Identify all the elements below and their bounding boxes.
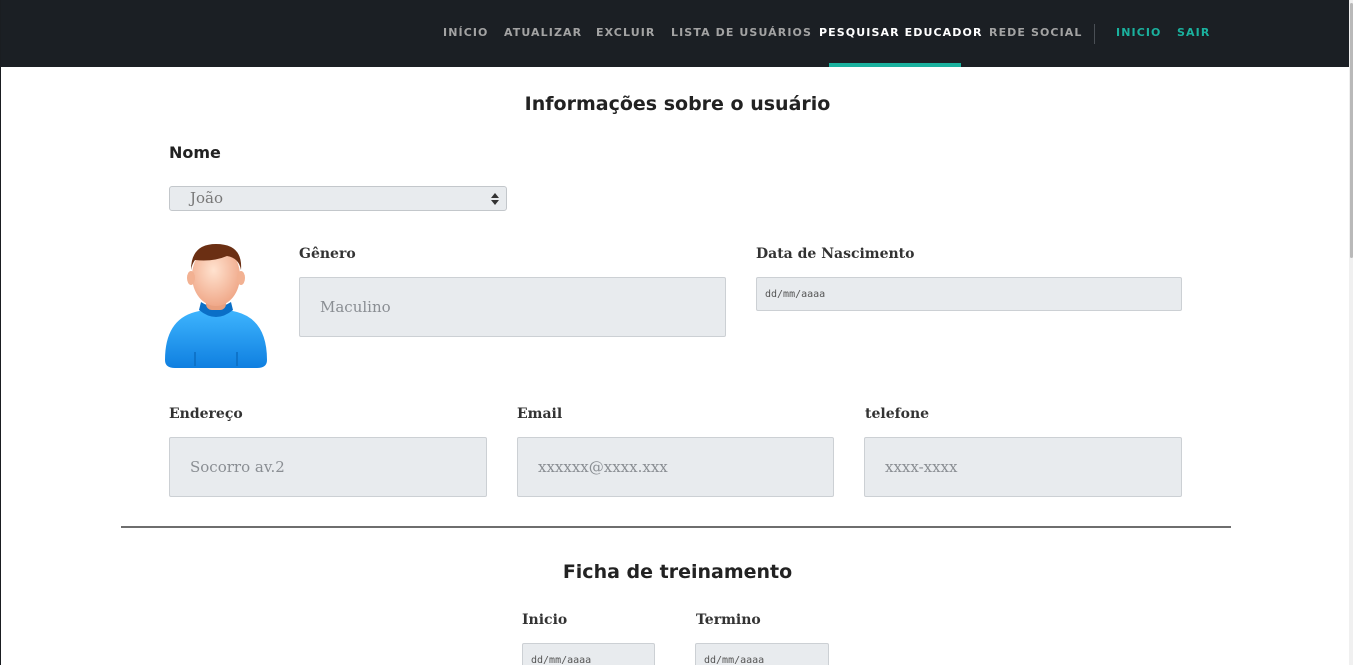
active-tab-indicator — [829, 63, 961, 67]
name-select[interactable]: João — [169, 186, 507, 211]
phone-label: telefone — [865, 406, 930, 422]
nav-home-link[interactable]: INICIO — [1116, 0, 1162, 67]
nav-lista-usuarios-link[interactable]: LISTA DE USUÁRIOS — [671, 0, 812, 67]
nav-inicio-link[interactable]: INÍCIO — [443, 0, 489, 67]
section-divider — [121, 526, 1231, 528]
nav-pesquisar-educador-link[interactable]: PESQUISAR EDUCADOR — [819, 0, 983, 67]
email-label: Email — [517, 406, 563, 422]
nav-excluir-link[interactable]: EXCLUIR — [596, 0, 656, 67]
user-info-title: Informações sobre o usuário — [524, 93, 831, 115]
training-start-label: Inicio — [522, 612, 568, 628]
phone-field[interactable] — [864, 437, 1182, 497]
training-title: Ficha de treinamento — [562, 561, 793, 583]
nav-divider — [1094, 24, 1095, 44]
user-avatar-icon — [165, 244, 267, 368]
page: INÍCIO ATUALIZAR EXCLUIR LISTA DE USUÁRI… — [0, 0, 1353, 665]
nav-atualizar-link[interactable]: ATUALIZAR — [504, 0, 582, 67]
email-field[interactable] — [517, 437, 834, 497]
training-start-field[interactable] — [522, 643, 655, 665]
select-arrows-icon — [491, 193, 499, 205]
name-label: Nome — [169, 143, 221, 162]
address-label: Endereço — [169, 406, 243, 422]
nav-logout-link[interactable]: SAIR — [1177, 0, 1210, 67]
birth-date-field[interactable] — [756, 277, 1182, 311]
birth-date-label: Data de Nascimento — [756, 246, 915, 262]
name-select-value: João — [190, 189, 224, 207]
gender-label: Gênero — [299, 246, 356, 262]
top-navbar: INÍCIO ATUALIZAR EXCLUIR LISTA DE USUÁRI… — [1, 0, 1350, 67]
page-scrollbar[interactable] — [1349, 0, 1353, 665]
training-end-field[interactable] — [695, 643, 829, 665]
training-end-label: Termino — [696, 612, 761, 628]
address-field[interactable] — [169, 437, 487, 497]
gender-field[interactable] — [299, 277, 726, 337]
nav-rede-social-link[interactable]: REDE SOCIAL — [989, 0, 1083, 67]
